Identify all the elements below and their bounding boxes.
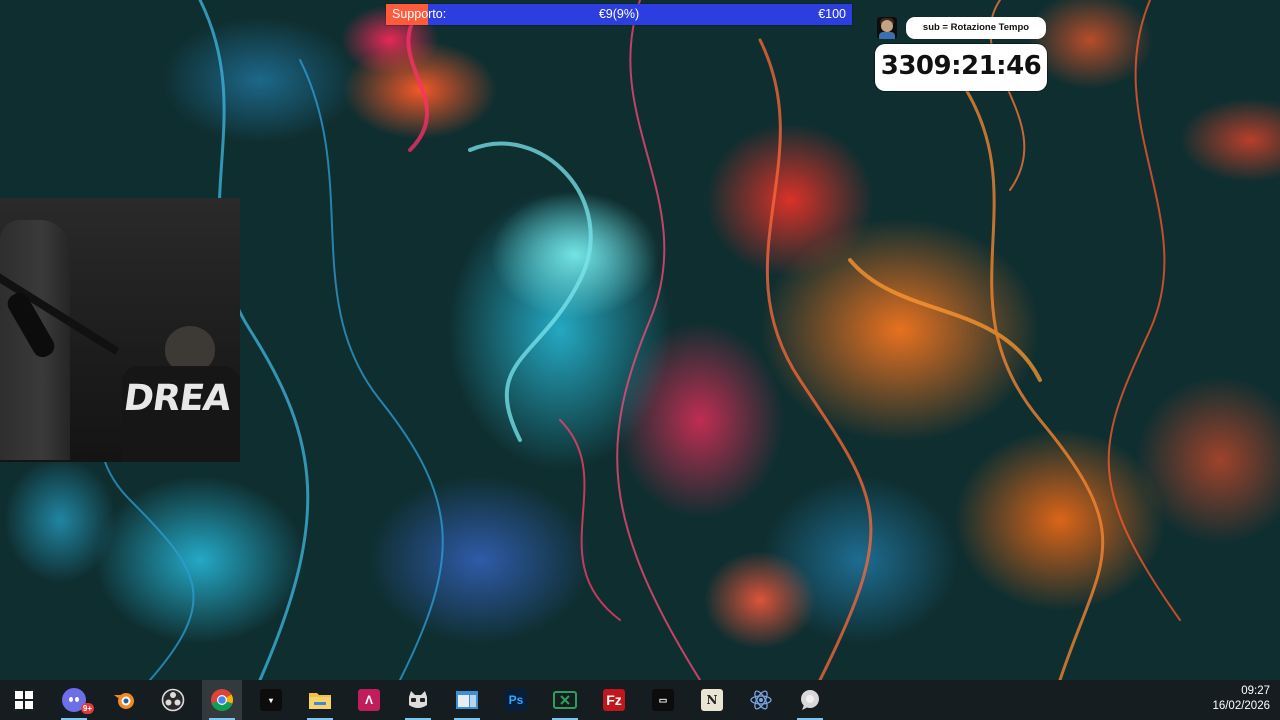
windows-icon — [15, 691, 33, 709]
taskbar-chrome[interactable] — [202, 680, 242, 720]
notepad-icon: N — [701, 689, 723, 711]
donation-current: €9(9%) — [598, 7, 640, 21]
atom-icon — [750, 690, 772, 710]
start-button[interactable] — [4, 680, 44, 720]
terminal-icon: ▾ — [260, 689, 282, 711]
taskbar-notepad-app[interactable]: N — [692, 680, 732, 720]
affinity-icon: Λ — [358, 689, 380, 711]
discord-icon: 9+ — [62, 688, 94, 714]
taskbar-filezilla[interactable]: Fz — [594, 680, 634, 720]
taskbar-excel[interactable] — [545, 680, 585, 720]
taskbar-streaming-app[interactable] — [398, 680, 438, 720]
subathon-timer-box: 3309:21:46 — [875, 44, 1047, 91]
taskbar: 9+ ▾ Λ Ps Fz ▭ N 09:27 16/02/2026 — [0, 680, 1280, 720]
subathon-timer: 3309:21:46 — [880, 51, 1042, 81]
taskbar-chat-app[interactable] — [790, 680, 830, 720]
chat-bubble-icon — [801, 690, 819, 710]
filezilla-icon: Fz — [603, 689, 625, 711]
donation-goal-bar: Supporto: €9(9%) €100 — [386, 4, 852, 25]
taskbar-small-app[interactable]: ▭ — [643, 680, 683, 720]
blender-icon — [114, 693, 134, 709]
taskbar-atom[interactable] — [741, 680, 781, 720]
excel-icon — [553, 691, 577, 709]
taskbar-photoshop[interactable]: Ps — [496, 680, 536, 720]
donation-goal: €100 — [818, 7, 846, 21]
cat-icon — [409, 691, 427, 708]
clock-time: 09:27 — [1241, 685, 1270, 697]
taskbar-affinity[interactable]: Λ — [349, 680, 389, 720]
taskbar-obs[interactable] — [153, 680, 193, 720]
obs-icon — [161, 688, 185, 712]
taskbar-file-explorer[interactable] — [300, 680, 340, 720]
taskbar-discord[interactable]: 9+ — [54, 680, 94, 720]
chrome-icon — [211, 689, 233, 711]
system-clock[interactable]: 09:27 16/02/2026 — [1212, 684, 1270, 714]
taskbar-terminal[interactable]: ▾ — [251, 680, 291, 720]
sub-rule-label: sub = Rotazione Tempo — [906, 17, 1046, 39]
streamer-avatar — [877, 17, 897, 39]
taskbar-window-app[interactable] — [447, 680, 487, 720]
clock-date: 16/02/2026 — [1212, 700, 1270, 712]
app-icon: ▭ — [652, 689, 674, 711]
window-icon — [456, 691, 478, 709]
folder-icon — [309, 693, 331, 709]
taskbar-blender[interactable] — [104, 680, 144, 720]
photoshop-icon: Ps — [505, 689, 527, 711]
webcam-overlay: DREA — [0, 198, 240, 462]
shirt-print: DREA — [121, 378, 233, 419]
notification-badge: 9+ — [80, 703, 94, 714]
